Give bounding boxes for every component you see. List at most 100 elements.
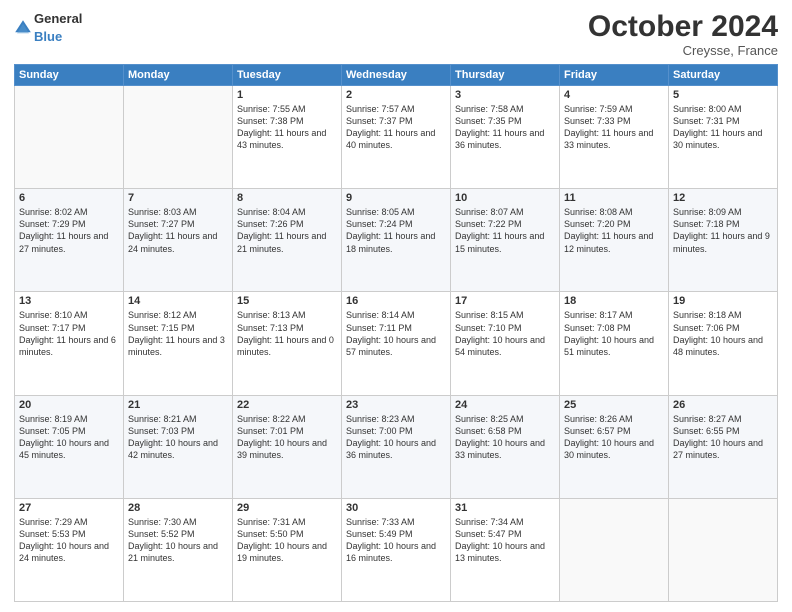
title-block: October 2024 Creysse, France <box>588 10 778 58</box>
day-number: 10 <box>455 192 555 204</box>
table-row: 12 Sunrise: 8:09 AM Sunset: 7:18 PM Dayli… <box>669 189 778 292</box>
cell-info: Sunrise: 8:27 AM Sunset: 6:55 PM Dayligh… <box>673 413 773 462</box>
table-row: 13 Sunrise: 8:10 AM Sunset: 7:17 PM Dayli… <box>15 292 124 395</box>
day-number: 20 <box>19 399 119 411</box>
cell-info: Sunrise: 8:09 AM Sunset: 7:18 PM Dayligh… <box>673 206 773 255</box>
table-row <box>560 498 669 601</box>
table-row: 30 Sunrise: 7:33 AM Sunset: 5:49 PM Dayli… <box>342 498 451 601</box>
day-number: 30 <box>346 502 446 514</box>
cell-info: Sunrise: 8:18 AM Sunset: 7:06 PM Dayligh… <box>673 309 773 358</box>
day-number: 25 <box>564 399 664 411</box>
day-number: 23 <box>346 399 446 411</box>
table-row: 2Sunrise: 7:57 AM Sunset: 7:37 PM Daylig… <box>342 86 451 189</box>
table-row: 14 Sunrise: 8:12 AM Sunset: 7:15 PM Dayli… <box>124 292 233 395</box>
logo-text: General Blue <box>34 10 82 46</box>
day-number: 18 <box>564 295 664 307</box>
cell-info: Sunrise: 7:57 AM Sunset: 7:37 PM Dayligh… <box>346 103 446 152</box>
table-row: 18Sunrise: 8:17 AM Sunset: 7:08 PM Dayli… <box>560 292 669 395</box>
logo-general: General <box>34 11 82 26</box>
day-number: 8 <box>237 192 337 204</box>
table-row: 25Sunrise: 8:26 AM Sunset: 6:57 PM Dayli… <box>560 395 669 498</box>
table-row: 26 Sunrise: 8:27 AM Sunset: 6:55 PM Dayli… <box>669 395 778 498</box>
day-number: 22 <box>237 399 337 411</box>
day-number: 13 <box>19 295 119 307</box>
cell-info: Sunrise: 7:29 AM Sunset: 5:53 PM Dayligh… <box>19 516 119 565</box>
day-number: 28 <box>128 502 228 514</box>
cell-info: Sunrise: 8:13 AM Sunset: 7:13 PM Dayligh… <box>237 309 337 358</box>
day-number: 7 <box>128 192 228 204</box>
logo: General Blue <box>14 10 82 46</box>
cell-info: Sunrise: 8:02 AM Sunset: 7:29 PM Dayligh… <box>19 206 119 255</box>
cell-info: Sunrise: 7:55 AM Sunset: 7:38 PM Dayligh… <box>237 103 337 152</box>
col-wednesday: Wednesday <box>342 65 451 86</box>
page: General Blue October 2024 Creysse, Franc… <box>0 0 792 612</box>
table-row: 31 Sunrise: 7:34 AM Sunset: 5:47 PM Dayli… <box>451 498 560 601</box>
col-monday: Monday <box>124 65 233 86</box>
cell-info: Sunrise: 8:14 AM Sunset: 7:11 PM Dayligh… <box>346 309 446 358</box>
logo-icon <box>14 19 32 37</box>
table-row: 27 Sunrise: 7:29 AM Sunset: 5:53 PM Dayli… <box>15 498 124 601</box>
table-row: 17Sunrise: 8:15 AM Sunset: 7:10 PM Dayli… <box>451 292 560 395</box>
cell-info: Sunrise: 8:23 AM Sunset: 7:00 PM Dayligh… <box>346 413 446 462</box>
cell-info: Sunrise: 8:04 AM Sunset: 7:26 PM Dayligh… <box>237 206 337 255</box>
table-row: 19 Sunrise: 8:18 AM Sunset: 7:06 PM Dayli… <box>669 292 778 395</box>
day-number: 29 <box>237 502 337 514</box>
week-row-0: 1 Sunrise: 7:55 AM Sunset: 7:38 PM Daylig… <box>15 86 778 189</box>
day-number: 3 <box>455 89 555 101</box>
cell-info: Sunrise: 8:21 AM Sunset: 7:03 PM Dayligh… <box>128 413 228 462</box>
table-row: 24Sunrise: 8:25 AM Sunset: 6:58 PM Dayli… <box>451 395 560 498</box>
table-row: 7 Sunrise: 8:03 AM Sunset: 7:27 PM Daylig… <box>124 189 233 292</box>
table-row: 23 Sunrise: 8:23 AM Sunset: 7:00 PM Dayli… <box>342 395 451 498</box>
cell-info: Sunrise: 8:25 AM Sunset: 6:58 PM Dayligh… <box>455 413 555 462</box>
cell-info: Sunrise: 8:19 AM Sunset: 7:05 PM Dayligh… <box>19 413 119 462</box>
table-row: 28 Sunrise: 7:30 AM Sunset: 5:52 PM Dayli… <box>124 498 233 601</box>
table-row <box>124 86 233 189</box>
day-number: 15 <box>237 295 337 307</box>
day-number: 14 <box>128 295 228 307</box>
table-row: 6 Sunrise: 8:02 AM Sunset: 7:29 PM Daylig… <box>15 189 124 292</box>
cell-info: Sunrise: 8:00 AM Sunset: 7:31 PM Dayligh… <box>673 103 773 152</box>
cell-info: Sunrise: 8:10 AM Sunset: 7:17 PM Dayligh… <box>19 309 119 358</box>
table-row: 8 Sunrise: 8:04 AM Sunset: 7:26 PM Daylig… <box>233 189 342 292</box>
table-row: 16 Sunrise: 8:14 AM Sunset: 7:11 PM Dayli… <box>342 292 451 395</box>
table-row: 22 Sunrise: 8:22 AM Sunset: 7:01 PM Dayli… <box>233 395 342 498</box>
cell-info: Sunrise: 8:12 AM Sunset: 7:15 PM Dayligh… <box>128 309 228 358</box>
week-row-2: 13 Sunrise: 8:10 AM Sunset: 7:17 PM Dayli… <box>15 292 778 395</box>
table-row: 10Sunrise: 8:07 AM Sunset: 7:22 PM Dayli… <box>451 189 560 292</box>
table-row: 3Sunrise: 7:58 AM Sunset: 7:35 PM Daylig… <box>451 86 560 189</box>
col-sunday: Sunday <box>15 65 124 86</box>
calendar-table: Sunday Monday Tuesday Wednesday Thursday… <box>14 64 778 602</box>
day-number: 12 <box>673 192 773 204</box>
day-number: 16 <box>346 295 446 307</box>
week-row-3: 20 Sunrise: 8:19 AM Sunset: 7:05 PM Dayli… <box>15 395 778 498</box>
day-number: 26 <box>673 399 773 411</box>
day-number: 27 <box>19 502 119 514</box>
day-number: 17 <box>455 295 555 307</box>
month-title: October 2024 <box>588 10 778 43</box>
cell-info: Sunrise: 7:33 AM Sunset: 5:49 PM Dayligh… <box>346 516 446 565</box>
day-number: 9 <box>346 192 446 204</box>
day-number: 19 <box>673 295 773 307</box>
day-number: 4 <box>564 89 664 101</box>
cell-info: Sunrise: 7:31 AM Sunset: 5:50 PM Dayligh… <box>237 516 337 565</box>
day-number: 21 <box>128 399 228 411</box>
day-number: 6 <box>19 192 119 204</box>
logo-blue: Blue <box>34 29 62 44</box>
calendar-header-row: Sunday Monday Tuesday Wednesday Thursday… <box>15 65 778 86</box>
location: Creysse, France <box>588 43 778 58</box>
cell-info: Sunrise: 8:22 AM Sunset: 7:01 PM Dayligh… <box>237 413 337 462</box>
table-row <box>15 86 124 189</box>
cell-info: Sunrise: 7:30 AM Sunset: 5:52 PM Dayligh… <box>128 516 228 565</box>
day-number: 31 <box>455 502 555 514</box>
col-thursday: Thursday <box>451 65 560 86</box>
cell-info: Sunrise: 8:03 AM Sunset: 7:27 PM Dayligh… <box>128 206 228 255</box>
table-row <box>669 498 778 601</box>
cell-info: Sunrise: 7:34 AM Sunset: 5:47 PM Dayligh… <box>455 516 555 565</box>
table-row: 29 Sunrise: 7:31 AM Sunset: 5:50 PM Dayli… <box>233 498 342 601</box>
table-row: 9Sunrise: 8:05 AM Sunset: 7:24 PM Daylig… <box>342 189 451 292</box>
day-number: 1 <box>237 89 337 101</box>
col-tuesday: Tuesday <box>233 65 342 86</box>
week-row-1: 6 Sunrise: 8:02 AM Sunset: 7:29 PM Daylig… <box>15 189 778 292</box>
table-row: 20 Sunrise: 8:19 AM Sunset: 7:05 PM Dayli… <box>15 395 124 498</box>
table-row: 21 Sunrise: 8:21 AM Sunset: 7:03 PM Dayli… <box>124 395 233 498</box>
